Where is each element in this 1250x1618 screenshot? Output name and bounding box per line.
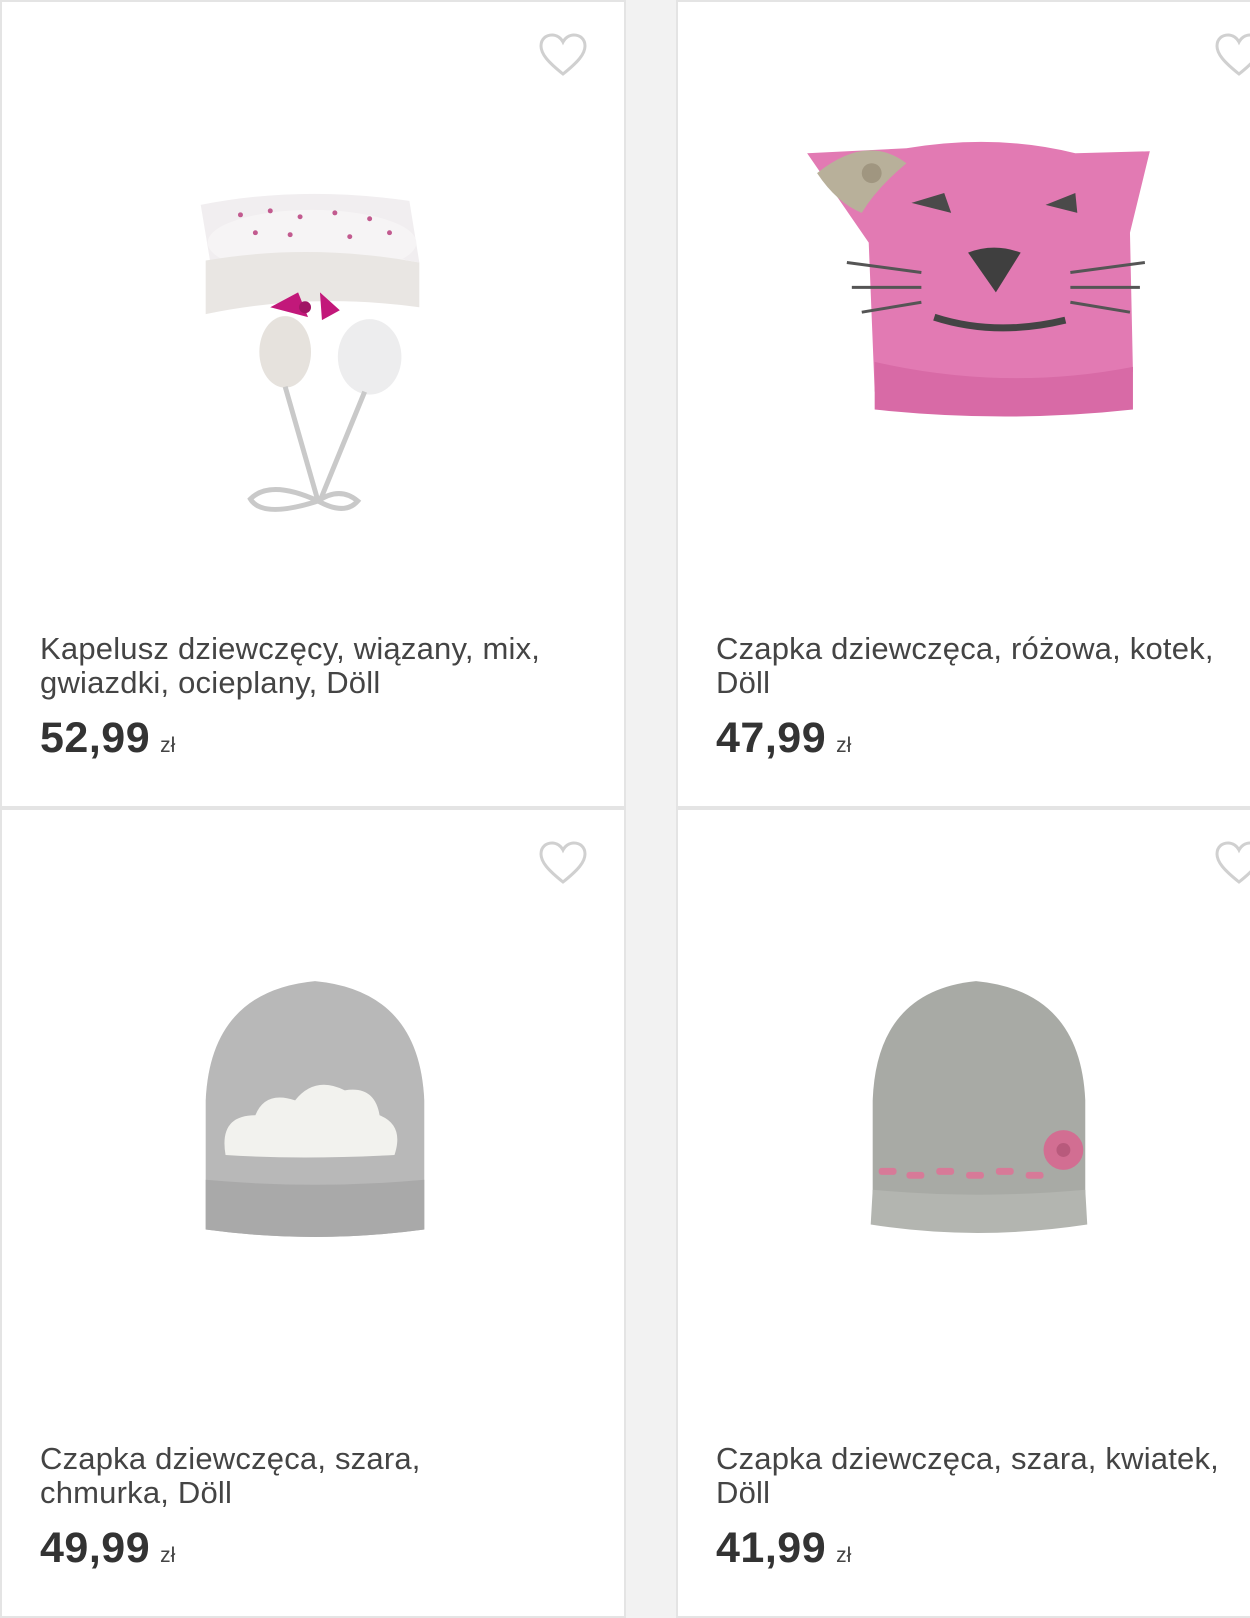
heart-icon[interactable] [538, 840, 588, 886]
product-title[interactable]: Czapka dziewczęca, różowa, kotek, Döll [716, 632, 1250, 700]
product-image-cat-hat[interactable] [678, 92, 1250, 592]
product-price: 49,99 zł [40, 1524, 176, 1572]
product-card[interactable]: Kapelusz dziewczęcy, wiązany, mix, gwiazd… [0, 0, 626, 808]
product-price: 52,99 zł [40, 714, 176, 762]
product-card[interactable]: Czapka dziewczęca, szara, chmurka, Döll 4… [0, 808, 626, 1618]
heart-icon[interactable] [1214, 32, 1250, 78]
heart-icon[interactable] [538, 32, 588, 78]
product-title[interactable]: Kapelusz dziewczęcy, wiązany, mix, gwiazd… [40, 632, 600, 700]
product-grid: Kapelusz dziewczęcy, wiązany, mix, gwiazd… [0, 0, 1250, 1618]
product-card[interactable]: Czapka dziewczęca, różowa, kotek, Döll 47… [676, 0, 1250, 808]
product-image-flower-hat[interactable] [678, 900, 1250, 1400]
product-image-cloud-hat[interactable] [2, 900, 624, 1400]
heart-icon[interactable] [1214, 840, 1250, 886]
product-title[interactable]: Czapka dziewczęca, szara, chmurka, Döll [40, 1442, 600, 1510]
product-card[interactable]: Czapka dziewczęca, szara, kwiatek, Döll 4… [676, 808, 1250, 1618]
product-price: 47,99 zł [716, 714, 852, 762]
product-image-star-hat[interactable] [2, 92, 624, 592]
product-title[interactable]: Czapka dziewczęca, szara, kwiatek, Döll [716, 1442, 1250, 1510]
product-price: 41,99 zł [716, 1524, 852, 1572]
